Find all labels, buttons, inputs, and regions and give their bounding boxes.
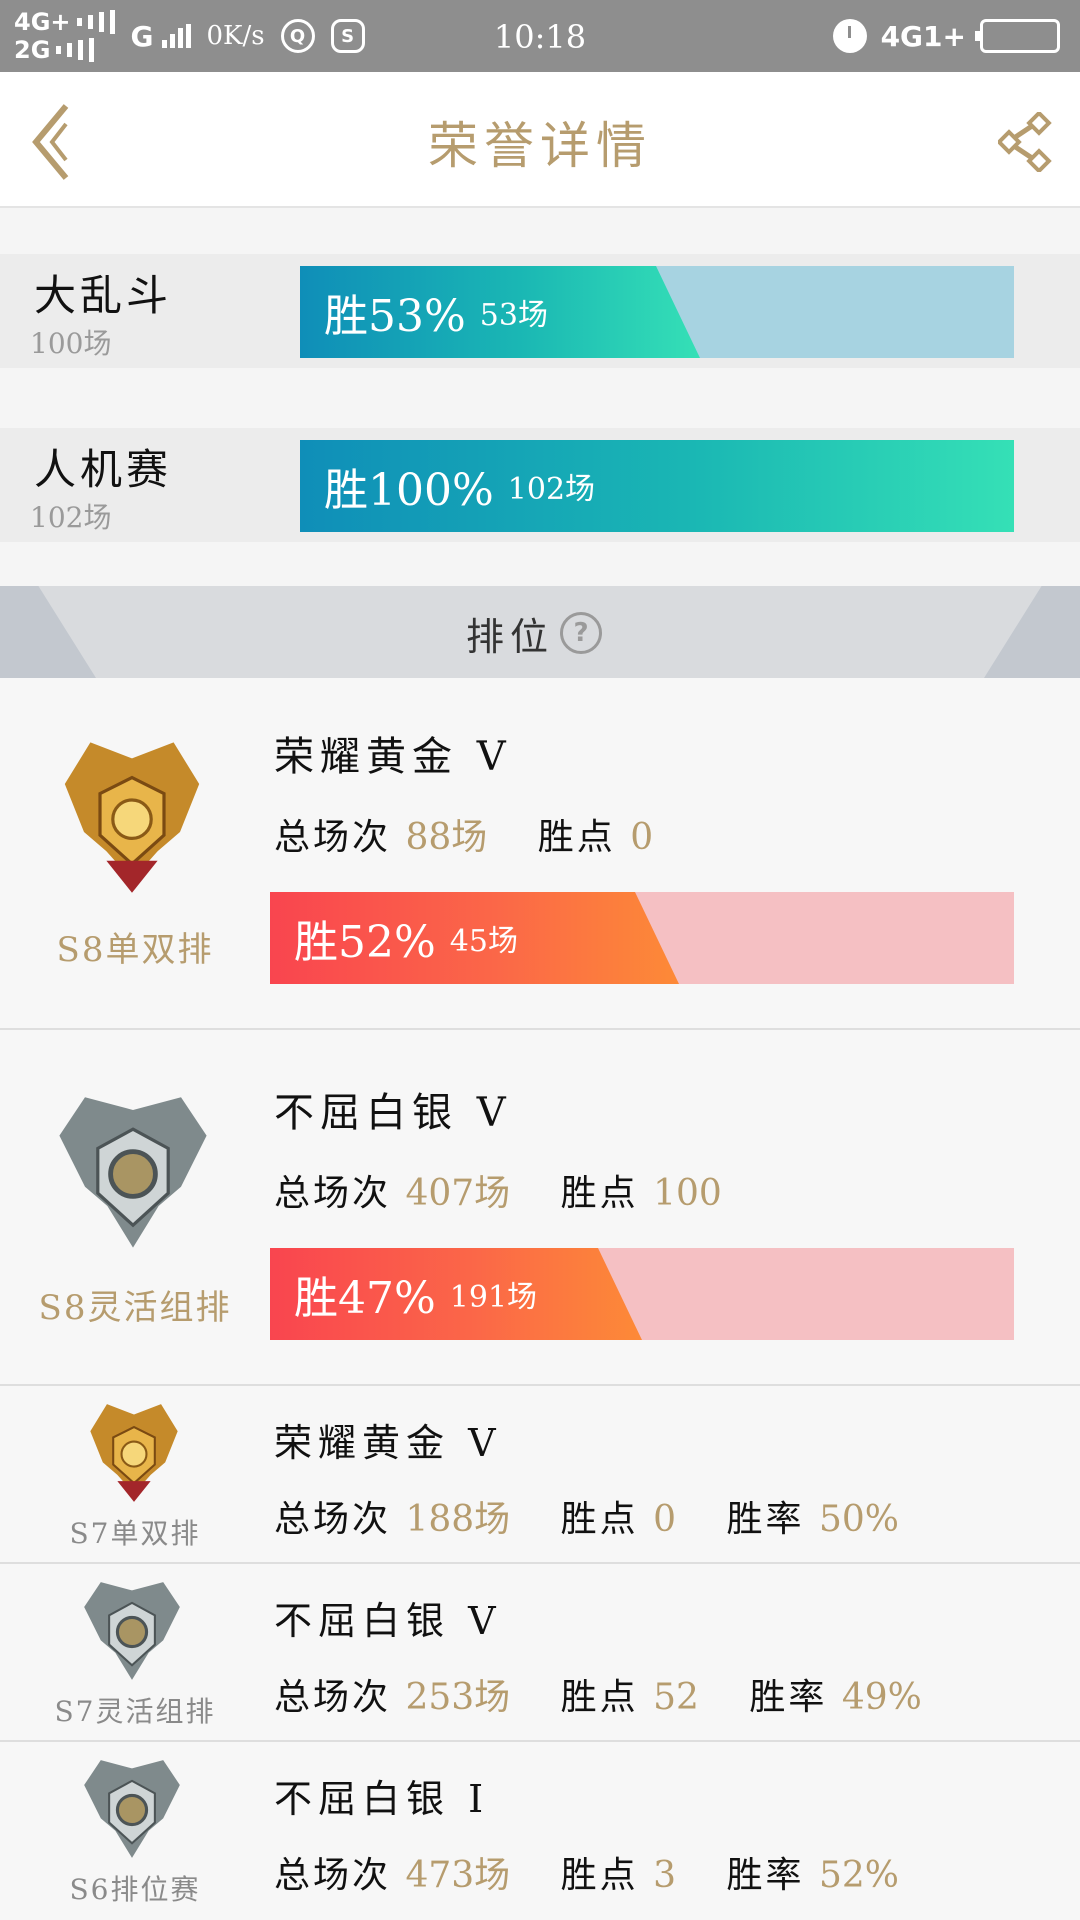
status-bar: 4G+ 2G G 0K/s Q S 10:18 4G1+ (0, 0, 1080, 72)
mode-count: 100场 (30, 327, 112, 360)
rate-label: 胜率 (749, 1677, 828, 1718)
rate-value: 50% (818, 1499, 899, 1540)
win-rate-bar: 胜53% 53场 (300, 266, 1014, 358)
points-value: 0 (630, 817, 654, 858)
mode-row-brawl: 大乱斗 100场 胜53% 53场 (0, 254, 1080, 368)
season-card-s8-solo[interactable]: S8单双排 荣耀黄金 V 总场次 88场 胜点 0 胜52% 45场 (0, 678, 1080, 1030)
win-rate-label: 胜53% (324, 291, 466, 342)
total-label: 总场次 (274, 817, 392, 858)
mode-name: 大乱斗 (34, 271, 173, 320)
points-label: 胜点 (560, 1173, 639, 1214)
points-label: 胜点 (537, 817, 616, 858)
tier-name: 荣耀黄金 V (274, 1421, 502, 1465)
rate-label: 胜率 (726, 1855, 805, 1896)
total-label: 总场次 (274, 1677, 392, 1718)
mode-count: 102场 (30, 501, 112, 534)
total-label: 总场次 (274, 1499, 392, 1540)
rate-value: 52% (818, 1855, 899, 1896)
ranked-title: 排位 (465, 615, 554, 659)
season-card-s8-flex[interactable]: S8灵活组排 不屈白银 V 总场次 407场 胜点 100 胜47% 191场 (0, 1030, 1080, 1386)
total-label: 总场次 (274, 1855, 392, 1896)
total-value: 473场 (405, 1855, 511, 1896)
win-rate-label: 胜52% (294, 917, 436, 968)
points-label: 胜点 (560, 1855, 639, 1896)
silver-badge-icon (84, 1760, 180, 1858)
points-value: 0 (653, 1499, 677, 1540)
season-card-s7-flex[interactable]: S7灵活组排 不屈白银 V 总场次 253场 胜点 52 胜率 49% (0, 1564, 1080, 1742)
season-stats: 总场次 407场 胜点 100 (274, 1164, 722, 1216)
tier-name: 不屈白银 V (274, 1090, 512, 1136)
total-label: 总场次 (274, 1173, 392, 1214)
win-games-label: 45场 (449, 924, 518, 959)
win-rate-bar: 胜47% 191场 (270, 1248, 1014, 1340)
mode-row-vs-ai: 人机赛 102场 胜100% 102场 (0, 428, 1080, 542)
tier-name: 荣耀黄金 V (274, 734, 512, 780)
season-card-s7-solo[interactable]: S7单双排 荣耀黄金 V 总场次 188场 胜点 0 胜率 50% (0, 1386, 1080, 1564)
total-value: 88场 (405, 817, 488, 858)
total-value: 188场 (405, 1499, 511, 1540)
win-games-label: 53场 (479, 298, 548, 333)
season-label: S6排位赛 (69, 1873, 201, 1906)
season-label: S7灵活组排 (54, 1695, 216, 1728)
silver-badge-icon (59, 1097, 207, 1248)
silver-badge-icon (84, 1582, 180, 1680)
points-value: 100 (653, 1173, 722, 1214)
win-rate-bar: 胜100% 102场 (300, 440, 1014, 532)
mode-name: 人机赛 (34, 445, 173, 494)
points-label: 胜点 (560, 1677, 639, 1718)
win-rate-label: 胜100% (324, 465, 494, 516)
points-label: 胜点 (560, 1499, 639, 1540)
win-rate-bar: 胜52% 45场 (270, 892, 1014, 984)
share-button[interactable] (996, 110, 1054, 174)
season-card-s6[interactable]: S6排位赛 不屈白银 I 总场次 473场 胜点 3 胜率 52% (0, 1742, 1080, 1920)
battery-icon (975, 19, 1060, 53)
ranked-section-header: 排位 (0, 586, 1080, 678)
points-value: 52 (653, 1677, 699, 1718)
season-stats: 总场次 473场 胜点 3 胜率 52% (274, 1846, 899, 1898)
share-icon (996, 110, 1052, 174)
season-label: S7单双排 (69, 1517, 201, 1550)
gold-badge-icon (64, 742, 200, 893)
page-title: 荣誉详情 (428, 117, 652, 175)
season-stats: 总场次 253场 胜点 52 胜率 49% (274, 1668, 922, 1720)
points-value: 3 (653, 1855, 677, 1896)
help-icon[interactable]: ? (560, 612, 602, 654)
total-value: 407场 (405, 1173, 511, 1214)
total-value: 253场 (405, 1677, 511, 1718)
gold-badge-icon (90, 1404, 178, 1502)
season-label: S8单双排 (56, 930, 214, 970)
season-stats: 总场次 88场 胜点 0 (274, 808, 653, 860)
rate-value: 49% (841, 1677, 922, 1718)
win-rate-label: 胜47% (294, 1273, 436, 1324)
alarm-icon (832, 19, 867, 53)
season-label: S8灵活组排 (38, 1288, 232, 1328)
app-header: 荣誉详情 (0, 72, 1080, 208)
tier-name: 不屈白银 I (274, 1777, 490, 1821)
season-stats: 总场次 188场 胜点 0 胜率 50% (274, 1490, 899, 1542)
win-games-label: 191场 (449, 1280, 538, 1315)
rate-label: 胜率 (726, 1499, 805, 1540)
network-type: 4G1+ (880, 19, 966, 53)
tier-name: 不屈白银 V (274, 1599, 502, 1643)
win-games-label: 102场 (507, 472, 596, 507)
